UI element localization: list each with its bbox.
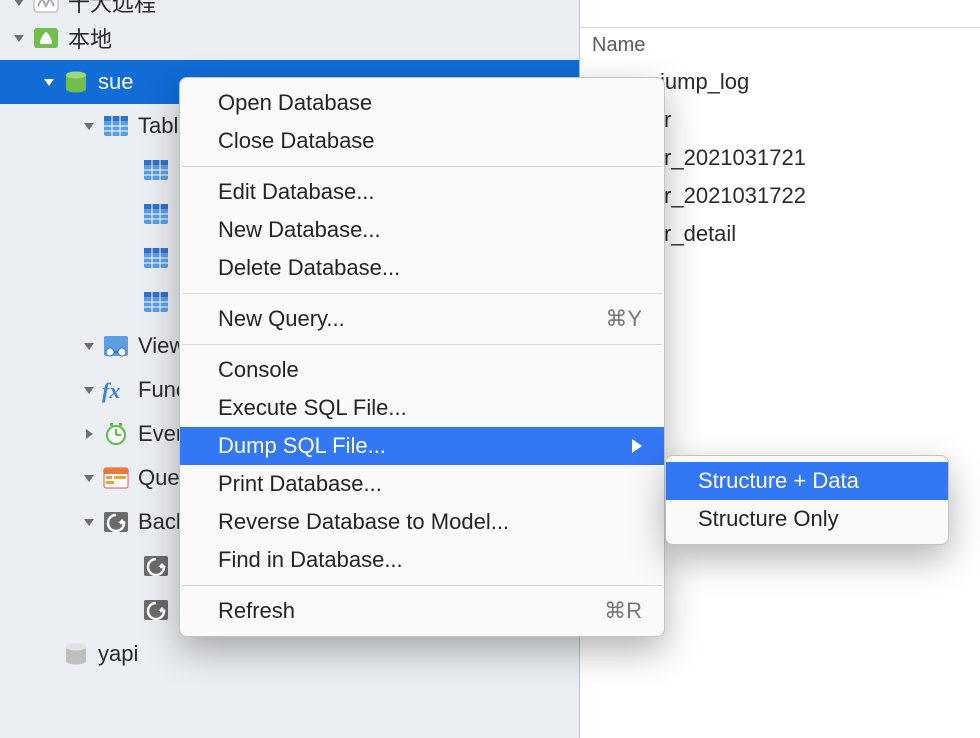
table-icon — [102, 114, 130, 138]
chevron-down-icon — [82, 383, 96, 397]
database-label: sue — [98, 69, 133, 95]
connection-active-icon — [32, 26, 60, 50]
menu-refresh[interactable]: Refresh⌘R — [180, 592, 664, 630]
database-context-menu: Open Database Close Database Edit Databa… — [179, 77, 665, 637]
chevron-down-icon — [82, 119, 96, 133]
shortcut-label: ⌘Y — [605, 306, 642, 332]
menu-separator — [182, 166, 662, 167]
chevron-down-icon — [12, 0, 26, 9]
database-inactive-icon — [62, 642, 90, 666]
menu-delete-database[interactable]: Delete Database... — [180, 249, 664, 287]
table-icon — [142, 202, 170, 226]
table-icon — [142, 246, 170, 270]
submenu-structure-data[interactable]: Structure + Data — [666, 462, 948, 500]
menu-edit-database[interactable]: Edit Database... — [180, 173, 664, 211]
name-column-header[interactable]: Name — [580, 28, 980, 63]
menu-execute-sql-file[interactable]: Execute SQL File... — [180, 389, 664, 427]
table-icon — [142, 290, 170, 314]
chevron-down-icon — [42, 75, 56, 89]
shortcut-label: ⌘R — [604, 598, 642, 624]
dump-sql-submenu: Structure + Data Structure Only — [665, 455, 949, 545]
remote-connection-row[interactable]: 十大远程 — [0, 0, 579, 16]
menu-print-database[interactable]: Print Database... — [180, 465, 664, 503]
menu-separator — [182, 344, 662, 345]
menu-new-query[interactable]: New Query...⌘Y — [180, 300, 664, 338]
menu-console[interactable]: Console — [180, 351, 664, 389]
remote-label: 十大远程 — [68, 0, 156, 18]
backup-icon — [142, 598, 170, 622]
connection-icon — [32, 0, 60, 14]
database-icon — [62, 70, 90, 94]
backup-icon — [102, 510, 130, 534]
chevron-down-icon — [82, 515, 96, 529]
function-icon: fx — [102, 378, 130, 402]
database-row-yapi[interactable]: yapi — [0, 632, 579, 676]
chevron-right-icon — [632, 439, 642, 453]
chevron-down-icon — [82, 471, 96, 485]
menu-find-in-database[interactable]: Find in Database... — [180, 541, 664, 579]
menu-new-database[interactable]: New Database... — [180, 211, 664, 249]
menu-separator — [182, 293, 662, 294]
local-label: 本地 — [68, 22, 112, 54]
chevron-down-icon — [82, 339, 96, 353]
menu-dump-sql-file[interactable]: Dump SQL File... — [180, 427, 664, 465]
view-icon — [102, 334, 130, 358]
menu-reverse-database[interactable]: Reverse Database to Model... — [180, 503, 664, 541]
clock-icon — [102, 422, 130, 446]
query-icon — [102, 466, 130, 490]
toolbar — [580, 0, 980, 28]
menu-close-database[interactable]: Close Database — [180, 122, 664, 160]
submenu-structure-only[interactable]: Structure Only — [666, 500, 948, 538]
menu-separator — [182, 585, 662, 586]
local-connection-row[interactable]: 本地 — [0, 16, 579, 60]
chevron-right-icon — [82, 427, 96, 441]
menu-open-database[interactable]: Open Database — [180, 84, 664, 122]
database-label: yapi — [98, 641, 138, 667]
chevron-down-icon — [12, 31, 26, 45]
item-name: jump_log — [660, 69, 749, 95]
table-icon — [142, 158, 170, 182]
backup-icon — [142, 554, 170, 578]
